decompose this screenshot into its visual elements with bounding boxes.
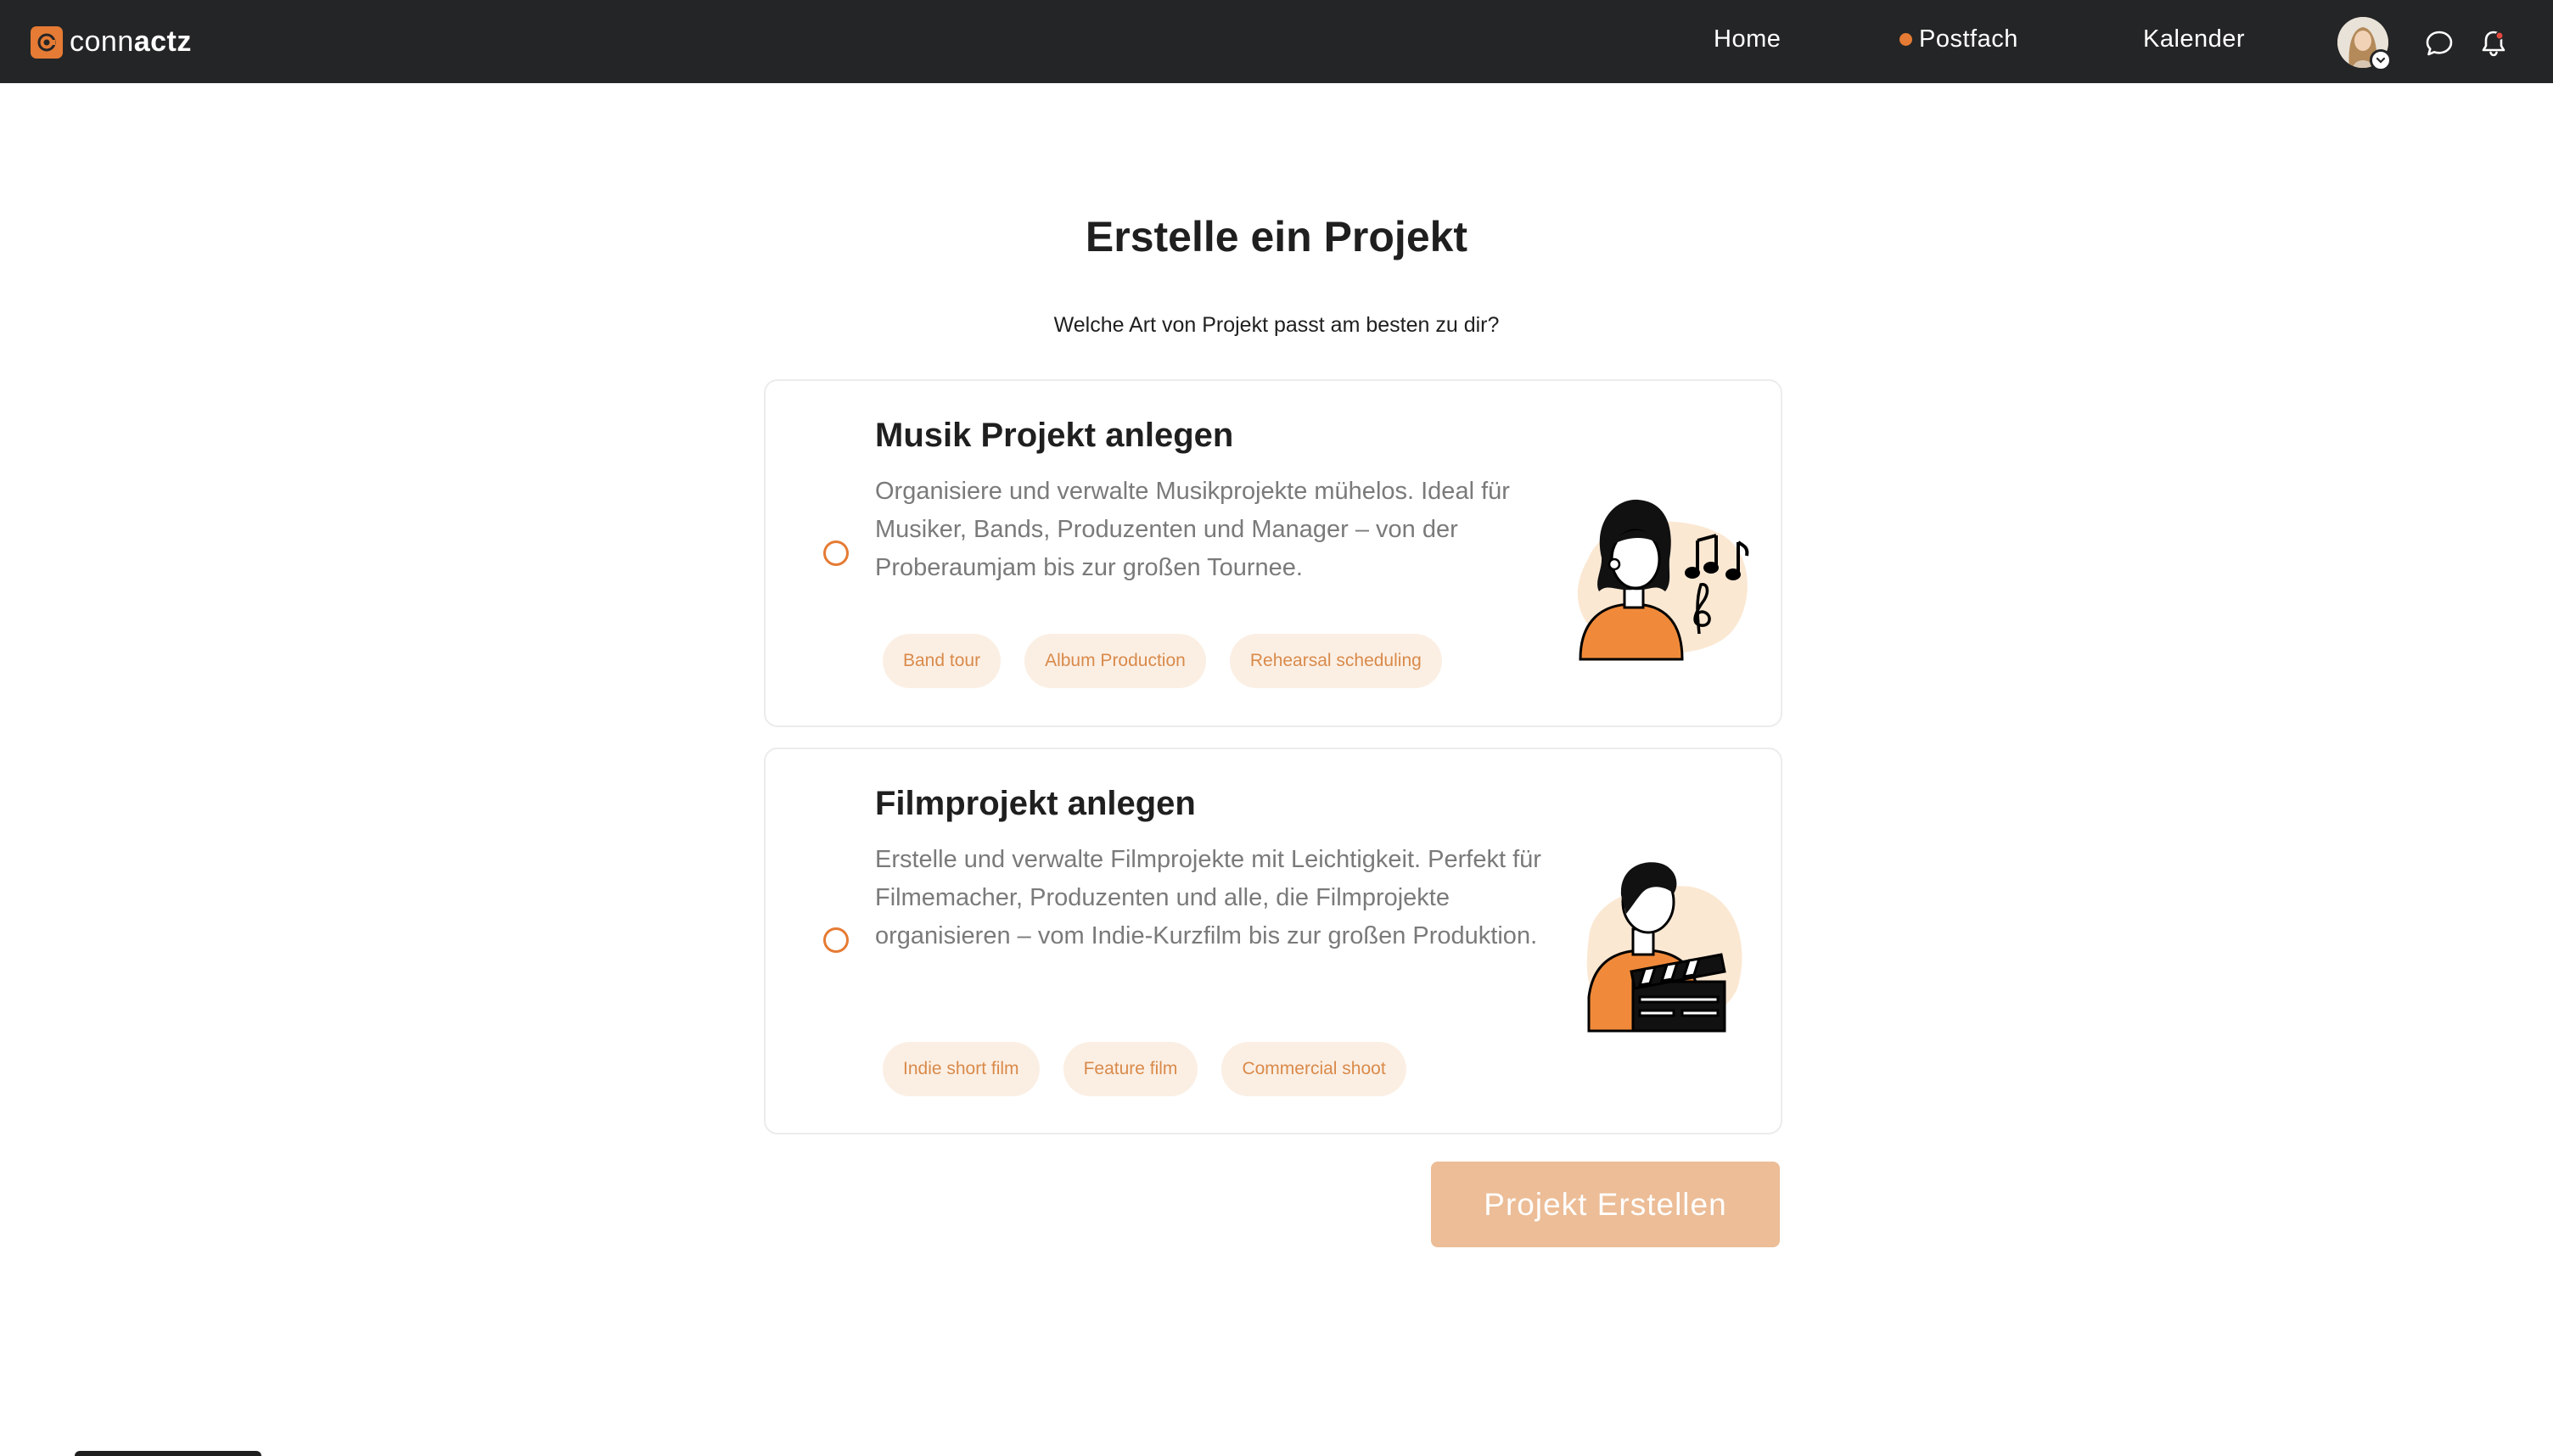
page-title: Erstelle ein Projekt [1085, 213, 1468, 260]
option-card-film[interactable]: Filmprojekt anlegen Erstelle und verwalt… [764, 748, 1782, 1134]
logo-mark-icon [31, 25, 63, 59]
radio-film[interactable] [823, 927, 849, 953]
brand-logo[interactable]: connactz [31, 25, 192, 59]
musician-illustration [1555, 464, 1759, 668]
chevron-down-icon[interactable] [2370, 49, 2392, 71]
nav-postfach-label: Postfach [1919, 25, 2018, 53]
option-title: Filmprojekt anlegen [875, 785, 1196, 822]
option-title: Musik Projekt anlegen [875, 417, 1234, 454]
tag: Indie short film [883, 1042, 1040, 1096]
unread-dot-icon [1899, 33, 1912, 46]
chat-icon[interactable] [2424, 28, 2455, 59]
tag: Rehearsal scheduling [1229, 634, 1442, 688]
top-bar: connactz Home Postfach Kalender [0, 0, 2553, 83]
filmmaker-illustration [1555, 836, 1759, 1039]
option-description: Erstelle und verwalte Filmprojekte mit L… [875, 846, 1541, 949]
nav-home[interactable]: Home [1714, 25, 1781, 53]
avatar[interactable] [2337, 17, 2392, 71]
bell-icon[interactable] [2478, 28, 2509, 59]
tag: Band tour [883, 634, 1002, 688]
tag: Album Production [1024, 634, 1206, 688]
option-card-music[interactable]: Musik Projekt anlegen Organisiere und ve… [764, 379, 1782, 727]
radio-music[interactable] [823, 540, 849, 566]
page-subtitle: Welche Art von Projekt passt am besten z… [1053, 313, 1500, 337]
tag-list: Indie short film Feature film Commercial… [883, 1042, 1406, 1096]
option-description: Organisiere und verwalte Musikprojekte m… [875, 478, 1510, 581]
tag-list: Band tour Album Production Rehearsal sch… [883, 634, 1442, 688]
brand-name: connactz [70, 25, 192, 58]
create-project-button[interactable]: Projekt Erstellen [1431, 1162, 1780, 1247]
nav-postfach[interactable]: Postfach [1899, 25, 2018, 53]
taskbar-handle [75, 1451, 261, 1456]
nav-kalender[interactable]: Kalender [2143, 25, 2245, 53]
tag: Commercial shoot [1221, 1042, 1406, 1096]
tag: Feature film [1063, 1042, 1198, 1096]
